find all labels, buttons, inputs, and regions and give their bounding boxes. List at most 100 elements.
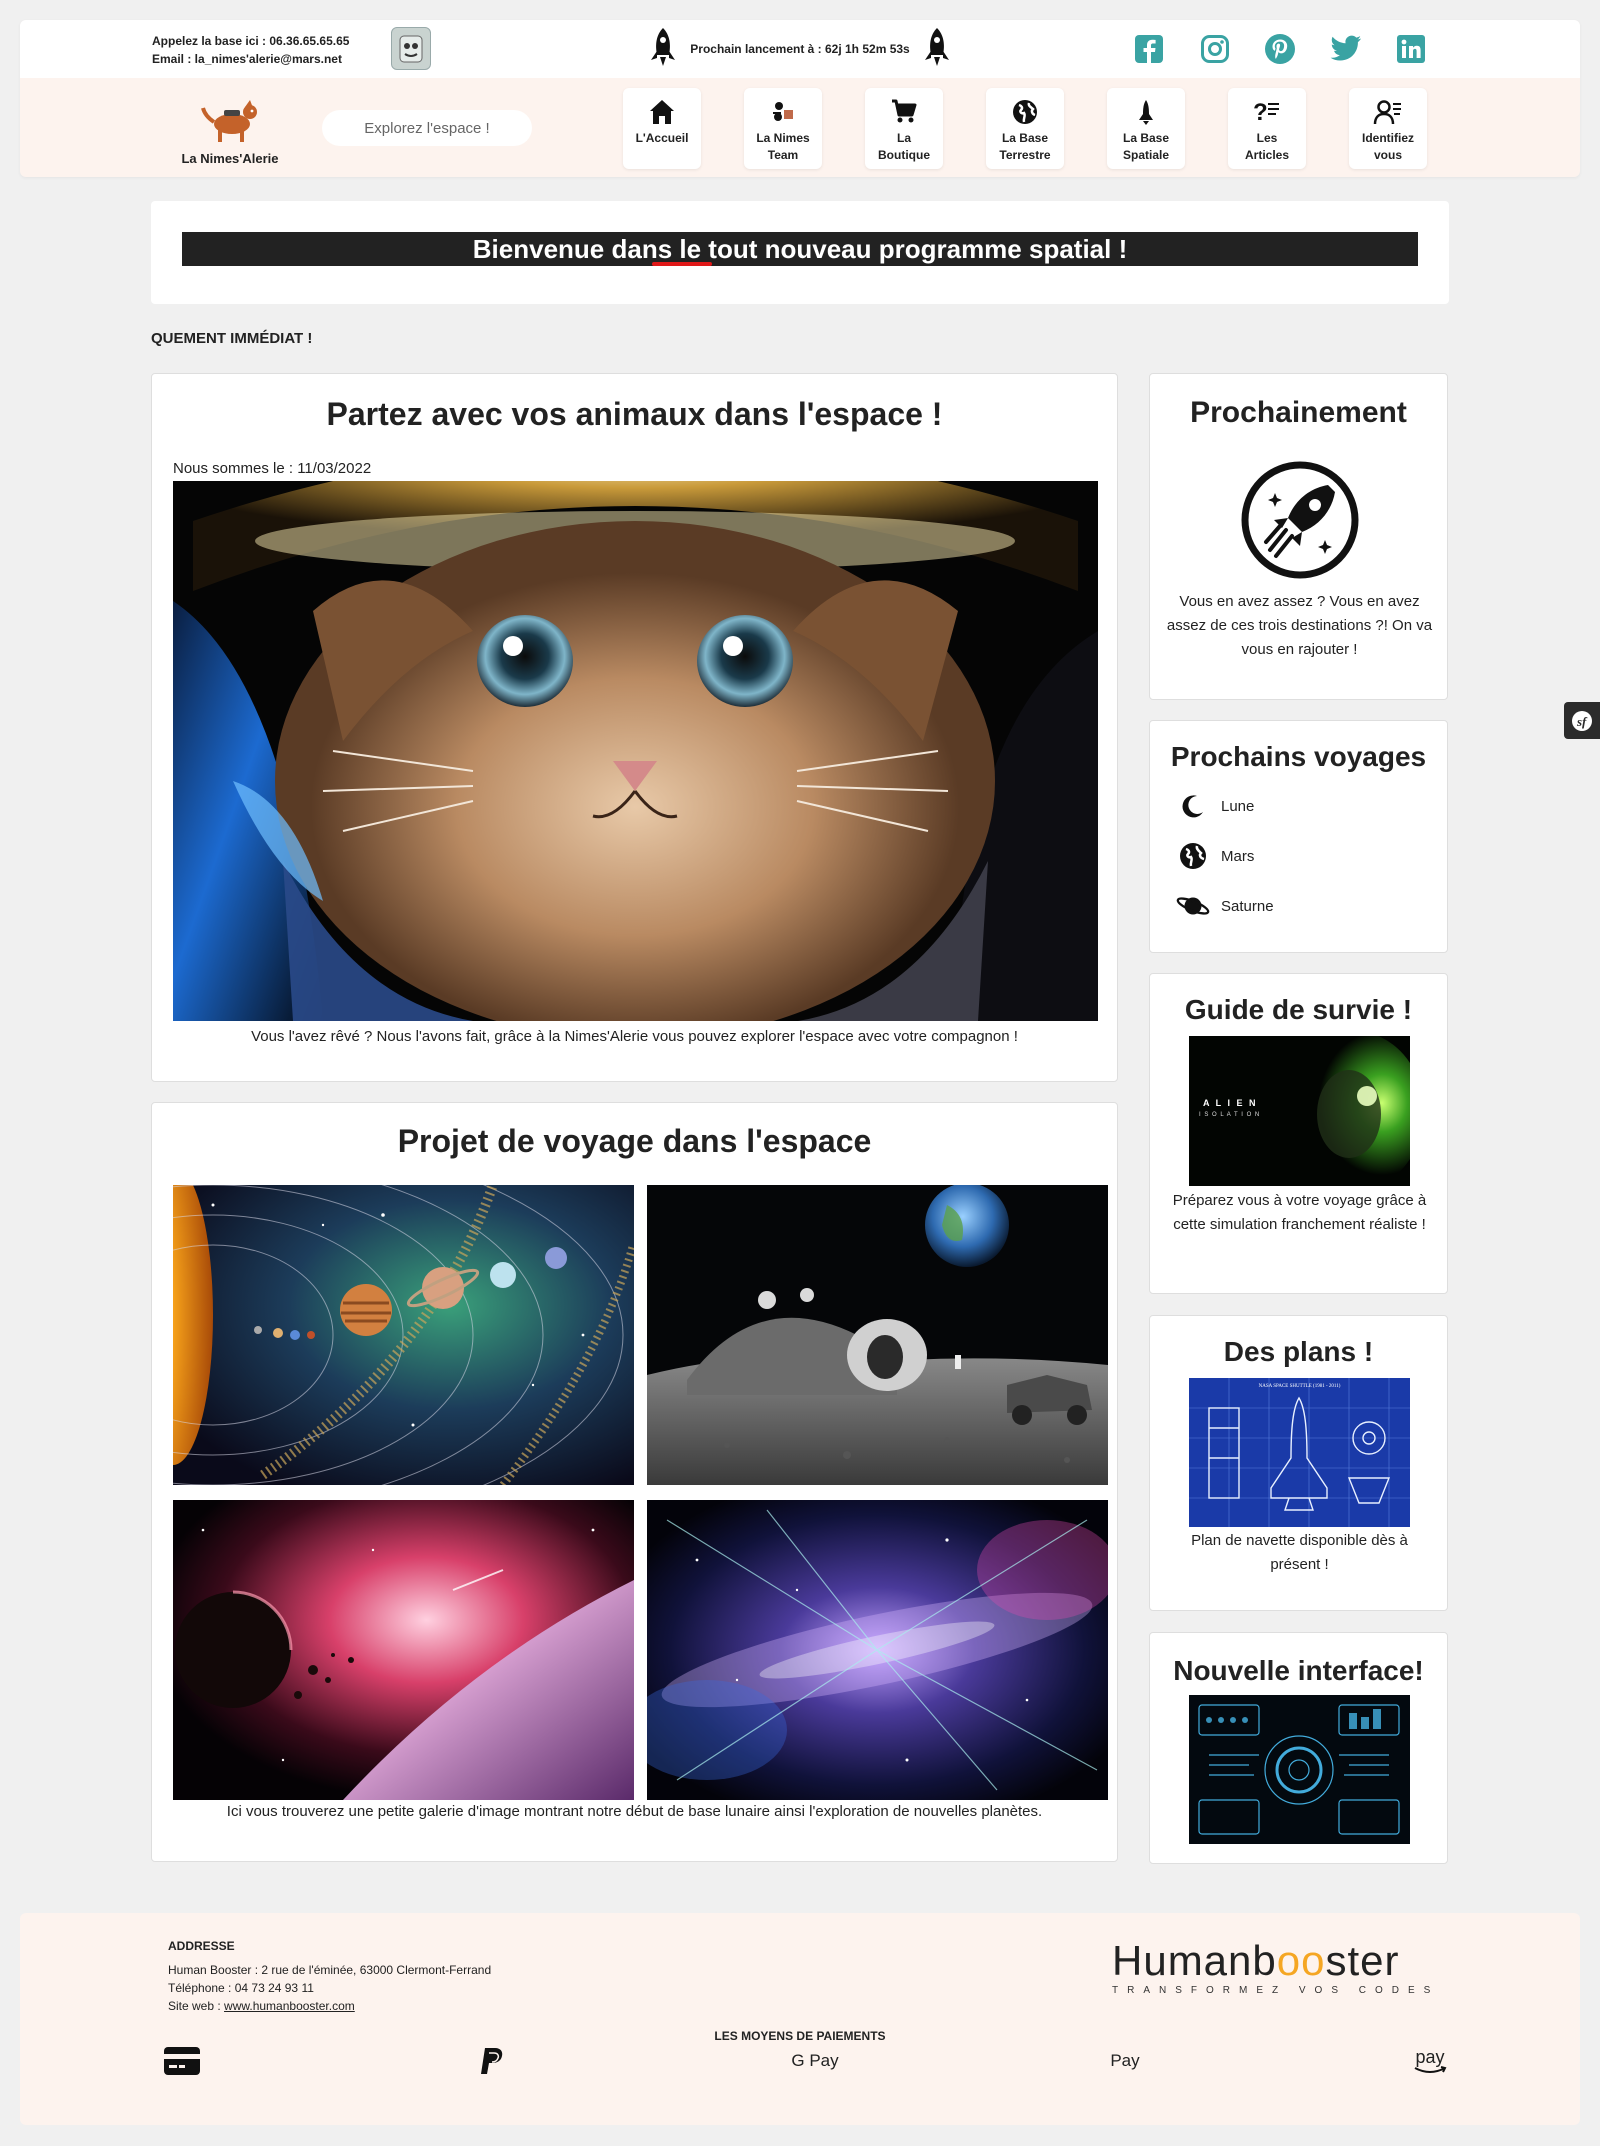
planet-icon	[1176, 839, 1210, 873]
amazon-pay-icon: pay	[1400, 2043, 1460, 2079]
nav-articles[interactable]: ? Les Articles	[1228, 88, 1306, 169]
card-title: Nouvelle interface!	[1173, 1655, 1424, 1686]
search-input[interactable]	[322, 110, 532, 146]
solar-system-image[interactable]	[173, 1185, 634, 1485]
moon-icon	[1176, 789, 1210, 823]
nav-shop[interactable]: La Boutique	[865, 88, 943, 169]
user-icon	[1372, 96, 1404, 128]
phone-line: Téléphone : 04 73 24 93 11	[168, 1981, 314, 1995]
banner-text: Bienvenue dans le tout nouveau programme…	[472, 233, 1128, 264]
address-heading: ADDRESSE	[168, 1939, 235, 1953]
card-caption: Ici vous trouverez une petite galerie d'…	[226, 1803, 1043, 1820]
welcome-banner: Bienvenue dans le tout nouveau programme…	[151, 201, 1449, 304]
current-date: Nous sommes le : 11/03/2022	[173, 460, 372, 477]
logo-text: La Nimes'Alerie	[181, 151, 279, 166]
new-interface-card: Nouvelle interface!	[1149, 1632, 1448, 1864]
dog-logo-icon	[201, 100, 257, 142]
card-title: Des plans !	[1223, 1336, 1374, 1367]
apple-pay-icon: Pay	[1110, 2051, 1140, 2070]
plans-card: Des plans ! NASA SPACE SHUTTLE (1981 - 2…	[1149, 1315, 1448, 1611]
astronaut-cat-image	[173, 481, 1098, 1021]
articles-icon: ?	[1251, 96, 1283, 128]
game-title: A L I E N	[1203, 1098, 1258, 1108]
contact-phone: Appelez la base ici : 06.36.65.65.65	[152, 34, 350, 48]
humanbooster-logo[interactable]: Humanbooster TRANSFORMEZ VOS CODES	[1112, 1937, 1452, 1997]
card-text: Préparez vous à votre voyage grâce à cet…	[1172, 1192, 1427, 1233]
nav-label: La Base Terrestre	[999, 131, 1051, 162]
pinterest-icon[interactable]	[1261, 30, 1299, 68]
launch-countdown: Prochain lancement à : 62j 1h 52m 53s	[650, 27, 950, 72]
site-link[interactable]: www.humanbooster.com	[224, 1999, 355, 2013]
rocket-icon	[650, 27, 676, 72]
card-text: Vous en avez assez ? Vous en avez assez …	[1166, 593, 1433, 658]
banner-bar: Bienvenue dans le tout nouveau programme…	[182, 232, 1418, 266]
payments-heading: LES MOYENS DE PAIEMENTS	[714, 2029, 886, 2043]
next-trips-card: Prochains voyages Lune Mars Saturne	[1149, 720, 1448, 953]
rocket-icon	[924, 27, 950, 72]
card-title: Prochainement	[1190, 396, 1407, 429]
rocket-emblem-icon	[1240, 460, 1360, 580]
address-line: Human Booster : 2 rue de l'éminée, 63000…	[168, 1963, 492, 1977]
symfony-toolbar-icon[interactable]: sf	[1564, 702, 1600, 739]
linkedin-icon[interactable]	[1392, 30, 1430, 68]
space-gallery-card: Projet de voyage dans l'espace Ici vous …	[151, 1102, 1118, 1862]
scrolling-announcement: QUEMENT IMMÉDIAT !	[151, 330, 313, 347]
brand-tagline: TRANSFORMEZ VOS CODES	[1112, 1985, 1440, 1996]
trip-label: Mars	[1221, 847, 1255, 865]
instagram-icon[interactable]	[1196, 30, 1234, 68]
credit-card-icon	[162, 2043, 202, 2079]
card-text: Plan de navette disponible dès à présent…	[1191, 1532, 1408, 1573]
svg-text:sf: sf	[1576, 714, 1588, 729]
card-title: Guide de survie !	[1184, 994, 1413, 1025]
main-nav: L'Accueil La Nimes Team La Boutique La B…	[623, 88, 1427, 169]
site-line: Site web : www.humanbooster.com	[168, 1999, 355, 2013]
trip-item-moon[interactable]: Lune	[1176, 789, 1254, 823]
svg-text:?: ?	[1253, 99, 1268, 126]
home-icon	[646, 96, 678, 128]
paypal-icon	[472, 2043, 512, 2079]
trip-item-mars[interactable]: Mars	[1176, 839, 1254, 873]
card-title: Partez avec vos animaux dans l'espace !	[326, 396, 943, 432]
card-title: Prochains voyages	[1170, 741, 1427, 772]
futuristic-hud-image[interactable]	[1189, 1695, 1410, 1844]
nav-label: La Boutique	[878, 131, 930, 162]
coming-soon-card: Prochainement Vous en avez assez ? Vous …	[1149, 373, 1448, 700]
site-logo[interactable]: La Nimes'Alerie	[140, 98, 320, 177]
alien-isolation-image[interactable]: A L I E N I S O L A T I O N	[1189, 1036, 1410, 1186]
twitter-icon[interactable]	[1327, 30, 1365, 68]
facebook-icon[interactable]	[1130, 30, 1168, 68]
pets-in-space-card: Partez avec vos animaux dans l'espace ! …	[151, 373, 1118, 1082]
nav-label: Identifiez vous	[1361, 131, 1414, 162]
galaxy-image[interactable]	[647, 1500, 1108, 1800]
lunar-base-image[interactable]	[647, 1185, 1108, 1485]
globe-icon	[1009, 96, 1041, 128]
nav-team[interactable]: La Nimes Team	[744, 88, 822, 169]
survival-guide-card: Guide de survie ! A L I E N I S O L A T …	[1149, 973, 1448, 1294]
nav-earth-base[interactable]: La Base Terrestre	[986, 88, 1064, 169]
brand-name: Humanbooster	[1112, 1937, 1400, 1984]
site-header: Appelez la base ici : 06.36.65.65.65 Ema…	[20, 20, 1580, 177]
trip-label: Lune	[1221, 797, 1255, 815]
mascot-icon[interactable]	[391, 27, 431, 70]
shuttle-icon	[1130, 96, 1162, 128]
trip-label: Saturne	[1221, 897, 1274, 915]
contact-email: Email : la_nimes'alerie@mars.net	[152, 52, 342, 66]
social-links	[1130, 30, 1430, 68]
blueprint-title: NASA SPACE SHUTTLE (1981 - 2011)	[1258, 1384, 1341, 1389]
contact-info: Appelez la base ici : 06.36.65.65.65 Ema…	[152, 32, 349, 68]
nav-space-base[interactable]: La Base Spatiale	[1107, 88, 1185, 169]
google-pay-icon: G Pay	[791, 2051, 839, 2070]
trip-item-saturn[interactable]: Saturne	[1176, 889, 1274, 923]
nav-login[interactable]: Identifiez vous	[1349, 88, 1427, 169]
nav-label: La Nimes Team	[756, 131, 810, 162]
pink-nebula-image[interactable]	[173, 1500, 634, 1800]
nav-label: L'Accueil	[635, 131, 689, 145]
launch-text: Prochain lancement à : 62j 1h 52m 53s	[690, 42, 910, 56]
nav-home[interactable]: L'Accueil	[623, 88, 701, 169]
site-prefix: Site web :	[168, 1999, 225, 2013]
game-subtitle: I S O L A T I O N	[1199, 1112, 1261, 1118]
shuttle-blueprint-image[interactable]: NASA SPACE SHUTTLE (1981 - 2011)	[1189, 1378, 1410, 1527]
card-title: Projet de voyage dans l'espace	[397, 1123, 872, 1159]
site-footer: ADDRESSE Human Booster : 2 rue de l'émin…	[20, 1913, 1580, 2125]
top-bar: Appelez la base ici : 06.36.65.65.65 Ema…	[20, 20, 1580, 78]
